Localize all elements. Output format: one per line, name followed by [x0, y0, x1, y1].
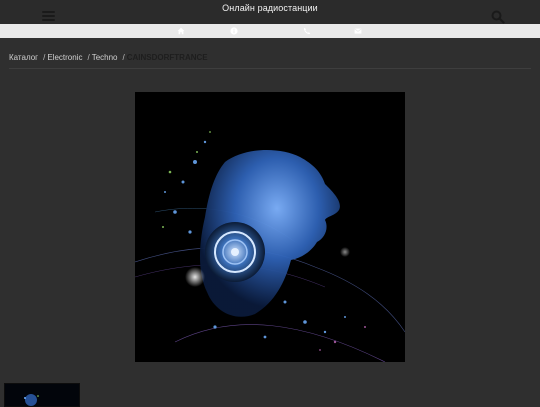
- breadcrumb-item-techno[interactable]: Techno: [92, 53, 118, 62]
- search-icon[interactable]: [491, 10, 505, 24]
- divider: [9, 68, 531, 69]
- cover-artwork: [135, 92, 405, 362]
- site-title: Онлайн радиостанции: [222, 3, 318, 13]
- phone-icon[interactable]: [303, 27, 311, 35]
- home-icon[interactable]: [177, 27, 185, 35]
- top-bar: Онлайн радиостанции: [0, 0, 540, 24]
- breadcrumb-item-electronic[interactable]: Electronic: [47, 53, 82, 62]
- breadcrumb-current: CAINSDORFTRANCE: [126, 53, 208, 62]
- cover-thumbnail[interactable]: [4, 383, 80, 407]
- thumbnail-artwork: [5, 384, 79, 406]
- mail-icon[interactable]: [354, 27, 362, 35]
- station-cover-image: [135, 92, 405, 362]
- breadcrumb-separator: /: [43, 53, 46, 62]
- info-icon[interactable]: [230, 27, 238, 35]
- breadcrumb: Каталог / Electronic / Techno / CAINSDORFTRANC…: [9, 53, 208, 62]
- breadcrumb-separator: /: [122, 53, 125, 62]
- contact-bar: [0, 24, 540, 38]
- breadcrumb-area: Каталог / Electronic / Techno / CAINSDORFTRANC…: [0, 38, 540, 68]
- breadcrumb-item-catalog[interactable]: Каталог: [9, 53, 38, 62]
- breadcrumb-separator: /: [87, 53, 90, 62]
